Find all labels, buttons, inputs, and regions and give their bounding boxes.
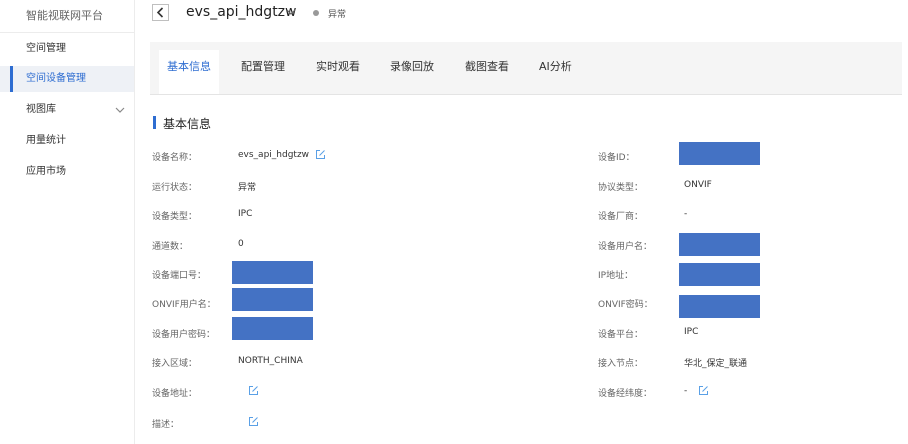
tab-live-view[interactable]: 实时观看 [316, 50, 360, 94]
field-label-protocol-type: 协议类型： [598, 183, 644, 193]
field-label-onvif-password: ONVIF密码： [598, 300, 653, 310]
tab-bar: 基本信息 配置管理 实时观看 录像回放 截图查看 AI分析 [150, 42, 902, 95]
sidebar-item-usage-stats[interactable]: 用量统计 [0, 128, 134, 154]
field-value-channel-count: 0 [238, 239, 244, 249]
sidebar: 智能视联网平台 空间管理 空间设备管理 视图库 用量统计 应用市场 [0, 0, 135, 444]
redacted-value [679, 233, 760, 256]
field-value-protocol-type: ONVIF [684, 180, 712, 190]
field-value-access-node: 华北_保定_联通 [684, 359, 748, 369]
field-value-device-name: evs_api_hdgtzw [238, 150, 310, 160]
field-label-device-platform: 设备平台： [598, 330, 644, 340]
status-dot [313, 10, 319, 16]
redacted-value [232, 288, 313, 311]
field-label-ip-address: IP地址： [598, 271, 634, 281]
sidebar-item-label: 空间管理 [26, 43, 66, 54]
field-label-description: 描述： [152, 420, 180, 430]
tab-snapshot-view[interactable]: 截图查看 [465, 50, 509, 94]
field-label-onvif-username: ONVIF用户名： [152, 300, 216, 310]
field-label-run-status: 运行状态： [152, 183, 198, 193]
tab-basic-info[interactable]: 基本信息 [159, 50, 219, 94]
field-label-device-port: 设备端口号： [152, 271, 207, 281]
redacted-value [679, 142, 760, 165]
chevron-down-icon [115, 107, 125, 113]
back-button[interactable] [152, 4, 169, 21]
field-label-access-region: 接入区域： [152, 359, 198, 369]
field-value-run-status: 异常 [238, 183, 257, 193]
field-value-manufacturer: - [684, 209, 688, 219]
sidebar-item-space-device-management[interactable]: 空间设备管理 [0, 66, 134, 92]
sidebar-item-app-market[interactable]: 应用市场 [0, 159, 134, 185]
field-label-coordinates: 设备经纬度： [598, 389, 653, 399]
field-value-coordinates: - [684, 386, 688, 396]
field-label-access-node: 接入节点： [598, 359, 644, 369]
status-badge: 异常 [328, 10, 347, 20]
edit-icon[interactable] [698, 385, 709, 396]
chevron-down-icon[interactable] [285, 6, 297, 18]
field-label-device-name: 设备名称： [152, 153, 198, 163]
field-value-device-platform: IPC [684, 327, 699, 337]
field-label-device-username: 设备用户名： [598, 242, 653, 252]
edit-icon[interactable] [315, 149, 326, 160]
sidebar-item-label: 应用市场 [26, 166, 66, 177]
sidebar-divider [0, 32, 134, 33]
field-label-channel-count: 通道数： [152, 242, 189, 252]
field-label-device-password: 设备用户密码： [152, 330, 216, 340]
redacted-value [232, 317, 313, 340]
field-label-device-id: 设备ID： [598, 153, 635, 163]
tab-recording-playback[interactable]: 录像回放 [390, 50, 434, 94]
platform-title: 智能视联网平台 [26, 9, 103, 22]
redacted-value [679, 295, 760, 318]
sidebar-item-label: 用量统计 [26, 135, 66, 146]
field-value-access-region: NORTH_CHINA [238, 356, 303, 366]
sidebar-item-space-management[interactable]: 空间管理 [0, 36, 134, 62]
section-accent-bar [153, 116, 156, 129]
redacted-value [232, 261, 313, 284]
section-title: 基本信息 [163, 117, 212, 131]
field-label-manufacturer: 设备厂商： [598, 212, 644, 222]
sidebar-item-label: 空间设备管理 [26, 73, 86, 84]
page-header: evs_api_hdgtzw 异常 [135, 0, 908, 30]
sidebar-item-label: 视图库 [26, 104, 56, 115]
edit-icon[interactable] [248, 416, 259, 427]
edit-icon[interactable] [248, 385, 259, 396]
tab-config-management[interactable]: 配置管理 [241, 50, 285, 94]
chevron-left-icon [156, 7, 164, 18]
field-label-device-type: 设备类型： [152, 212, 198, 222]
device-title: evs_api_hdgtzw [186, 4, 297, 20]
sidebar-item-view-library[interactable]: 视图库 [0, 97, 134, 123]
redacted-value [679, 263, 760, 286]
field-value-device-type: IPC [238, 209, 253, 219]
tab-ai-analysis[interactable]: AI分析 [539, 50, 572, 94]
field-label-device-address: 设备地址： [152, 389, 198, 399]
